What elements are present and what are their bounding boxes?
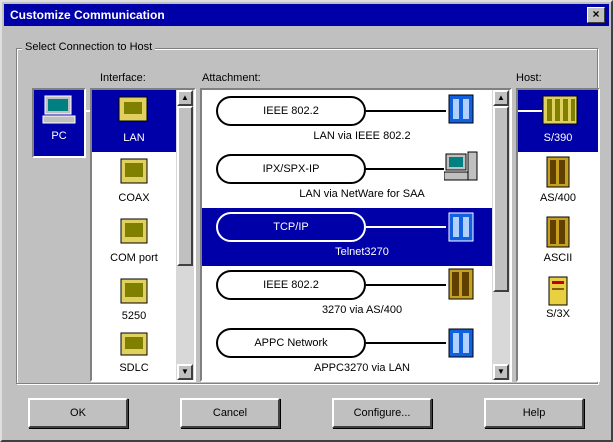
com-port-card-icon	[120, 218, 148, 244]
close-button[interactable]: ×	[587, 7, 605, 23]
host-label: S/3X	[546, 308, 570, 320]
host-item-s390[interactable]: S/390	[518, 90, 598, 152]
sdlc-card-icon	[120, 332, 148, 356]
interface-column-label: Interface:	[100, 72, 146, 84]
network-card-icon	[118, 96, 148, 122]
as400-icon	[546, 156, 570, 188]
s3x-host-icon	[548, 276, 568, 306]
connector-line	[366, 226, 446, 228]
attachment-item[interactable]: IEEE 802.2 LAN via IEEE 802.2	[202, 90, 492, 150]
mainframe-icon	[542, 95, 578, 125]
close-icon: ×	[592, 7, 600, 21]
as400-icon	[448, 268, 474, 300]
interface-item-5250[interactable]: 5250	[92, 274, 176, 332]
attachment-list[interactable]: IEEE 802.2 LAN via IEEE 802.2 IPX/SPX-IP…	[200, 88, 512, 382]
attachment-label: Telnet3270	[335, 246, 389, 258]
netware-server-icon	[444, 151, 478, 181]
host-item-s3x[interactable]: S/3X	[518, 274, 598, 332]
arrow-down-icon: ▼	[497, 367, 505, 376]
title-bar: Customize Communication ×	[4, 4, 609, 26]
attachment-label: LAN via IEEE 802.2	[313, 130, 411, 142]
scroll-thumb[interactable]	[177, 106, 193, 266]
protocol-pill: TCP/IP	[216, 212, 366, 242]
interface-item-sdlc[interactable]: SDLC	[92, 328, 176, 380]
host-column-label: Host:	[516, 72, 542, 84]
host-list[interactable]: S/390 AS/400 ASCII S/3X	[516, 88, 600, 382]
attachment-scrollbar[interactable]: ▲ ▼	[492, 90, 510, 380]
attachment-item[interactable]: IEEE 802.2 3270 via AS/400	[202, 266, 492, 324]
help-button[interactable]: Help	[484, 398, 584, 428]
coax-card-icon	[120, 158, 148, 184]
interface-label: COAX	[118, 192, 150, 204]
protocol-pill: IEEE 802.2	[216, 96, 366, 126]
connector-line	[366, 342, 446, 344]
ok-button[interactable]: OK	[28, 398, 128, 428]
connector-line	[366, 168, 444, 170]
interface-label: LAN	[123, 132, 145, 144]
connector-line	[366, 110, 446, 112]
attachment-label: APPC3270 via LAN	[314, 362, 410, 374]
interface-item-coax[interactable]: COAX	[92, 154, 176, 212]
protocol-pill: APPC Network	[216, 328, 366, 358]
scroll-down-button[interactable]: ▼	[493, 364, 509, 380]
configure-button[interactable]: Configure...	[332, 398, 432, 428]
interface-label: SDLC	[119, 362, 149, 374]
host-label: S/390	[543, 132, 573, 144]
scroll-up-button[interactable]: ▲	[493, 90, 509, 106]
interface-scrollbar[interactable]: ▲ ▼	[176, 90, 194, 380]
gateway-icon	[448, 94, 474, 124]
pc-label: PC	[51, 130, 67, 142]
cancel-button[interactable]: Cancel	[180, 398, 280, 428]
interface-item-lan[interactable]: LAN	[92, 90, 176, 152]
arrow-up-icon: ▲	[181, 93, 189, 102]
interface-item-com-port[interactable]: COM port	[92, 214, 176, 272]
ascii-host-icon	[546, 216, 570, 248]
gateway-icon	[448, 212, 474, 242]
host-label: ASCII	[543, 252, 573, 264]
host-item-ascii[interactable]: ASCII	[518, 214, 598, 272]
scroll-up-button[interactable]: ▲	[177, 90, 193, 106]
scroll-down-button[interactable]: ▼	[177, 364, 193, 380]
twinax-card-icon	[120, 278, 148, 304]
attachment-label: LAN via NetWare for SAA	[299, 188, 425, 200]
protocol-pill: IEEE 802.2	[216, 270, 366, 300]
attachment-item-selected[interactable]: TCP/IP Telnet3270	[202, 208, 492, 266]
group-label: Select Connection to Host	[22, 41, 156, 53]
attachment-column-label: Attachment:	[202, 72, 261, 84]
arrow-up-icon: ▲	[497, 93, 505, 102]
pc-box[interactable]: PC	[32, 88, 86, 158]
host-label: AS/400	[539, 192, 577, 204]
host-connector-line	[518, 110, 542, 112]
connector-line	[366, 284, 446, 286]
attachment-item[interactable]: APPC Network APPC3270 via LAN	[202, 324, 492, 380]
attachment-label: 3270 via AS/400	[321, 304, 403, 316]
interface-label: 5250	[121, 310, 147, 322]
customize-communication-dialog: Customize Communication × Select Connect…	[0, 0, 613, 442]
pc-computer-icon	[42, 95, 76, 124]
window-title: Customize Communication	[10, 8, 165, 22]
host-item-as400[interactable]: AS/400	[518, 154, 598, 212]
gateway-icon	[448, 328, 474, 358]
protocol-pill: IPX/SPX-IP	[216, 154, 366, 184]
scroll-thumb[interactable]	[493, 106, 509, 292]
interface-label: COM port	[110, 252, 158, 264]
interface-list[interactable]: LAN COAX COM port 5250 SDLC ▲ ▼	[90, 88, 196, 382]
attachment-item[interactable]: IPX/SPX-IP LAN via NetWare for SAA	[202, 150, 492, 208]
arrow-down-icon: ▼	[181, 367, 189, 376]
